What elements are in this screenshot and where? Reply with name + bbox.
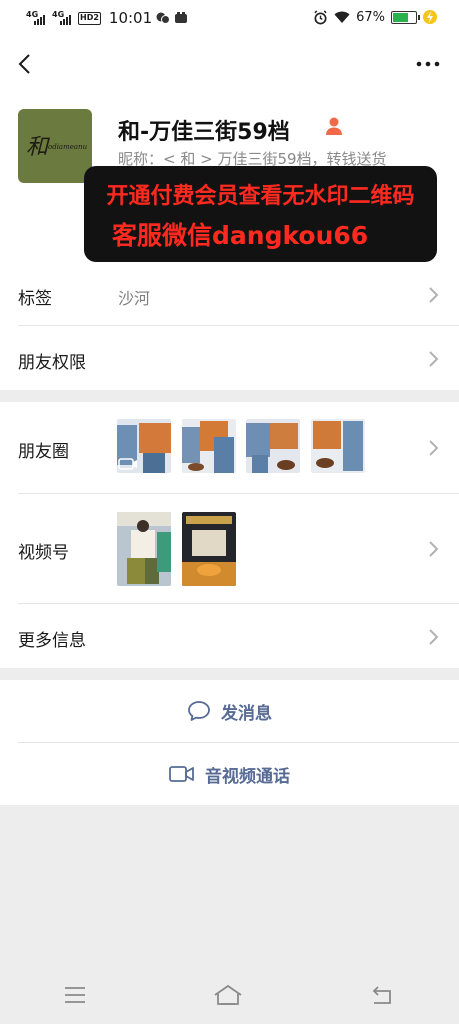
send-message-label: 发消息: [221, 703, 272, 724]
menu-icon[interactable]: [63, 986, 87, 1004]
promo-banner: 开通付费会员查看无水印二维码 客服微信dangkou66: [84, 166, 437, 262]
tags-value: 沙河: [118, 289, 151, 308]
signal-icon-2: 4G: [52, 11, 74, 25]
moments-thumbnail-2: [182, 419, 236, 473]
more-options-icon[interactable]: [415, 52, 441, 76]
home-icon[interactable]: [213, 984, 243, 1006]
row-tags[interactable]: 标签 沙河: [0, 262, 459, 326]
wechat-notification-icon: [156, 12, 171, 24]
permissions-label: 朋友权限: [18, 353, 86, 373]
back-nav-icon[interactable]: [370, 985, 396, 1005]
row-friend-permissions[interactable]: 朋友权限: [0, 326, 459, 390]
chevron-right-icon: [429, 287, 439, 303]
clock: 10:01: [108, 9, 153, 27]
moments-label: 朋友圈: [18, 442, 69, 462]
row-more-info[interactable]: 更多信息: [0, 604, 459, 668]
promo-line-1: 开通付费会员查看无水印二维码: [106, 184, 415, 209]
video-call-label: 音视频通话: [205, 766, 290, 787]
battery-percent: 67%: [356, 9, 385, 25]
hd-voice-badge: HD2: [78, 11, 101, 25]
back-arrow-icon[interactable]: [14, 52, 38, 76]
person-badge-icon: [326, 117, 342, 135]
chevron-right-icon: [429, 629, 439, 645]
status-bar: 4G 4G HD2 10:01 67%: [0, 0, 459, 36]
tags-label: 标签: [18, 289, 52, 309]
promo-line-2: 客服微信dangkou66: [112, 221, 369, 250]
battery-icon: [391, 10, 420, 24]
more-info-label: 更多信息: [18, 631, 86, 651]
wifi-icon: [334, 11, 350, 23]
video-camera-icon: [169, 766, 194, 782]
chevron-right-icon: [429, 440, 439, 456]
row-moments[interactable]: 朋友圈: [0, 402, 459, 494]
channels-label: 视频号: [18, 543, 69, 563]
chevron-right-icon: [429, 541, 439, 557]
contact-name: 和-万佳三街59档: [118, 120, 290, 145]
moments-thumbnail-3: [246, 419, 300, 473]
moments-thumbnail-1: [117, 419, 171, 473]
channels-thumbnail-2: [182, 512, 236, 586]
alarm-icon: [314, 9, 327, 24]
system-navigation-bar: [0, 966, 459, 1024]
channels-thumbnail-1: [117, 512, 171, 586]
profile-header: 和 odiameanu 和-万佳三街59档 昵称：< 和 > 万佳三街59档，转…: [0, 92, 459, 262]
send-message-button[interactable]: 发消息: [0, 680, 459, 742]
chevron-right-icon: [429, 351, 439, 367]
app-notification-icon: [175, 12, 188, 23]
navigation-bar: [0, 36, 459, 92]
video-call-button[interactable]: 音视频通话: [0, 743, 459, 805]
charging-icon: [423, 10, 437, 24]
avatar-logo-subtext: odiameanu: [48, 143, 88, 151]
row-channels[interactable]: 视频号: [0, 494, 459, 604]
avatar-logo-text: 和: [26, 135, 49, 160]
signal-icon: 4G: [26, 11, 48, 25]
chat-bubble-icon: [188, 701, 210, 721]
moments-thumbnail-4: [311, 419, 365, 473]
avatar[interactable]: 和 odiameanu: [18, 109, 92, 183]
